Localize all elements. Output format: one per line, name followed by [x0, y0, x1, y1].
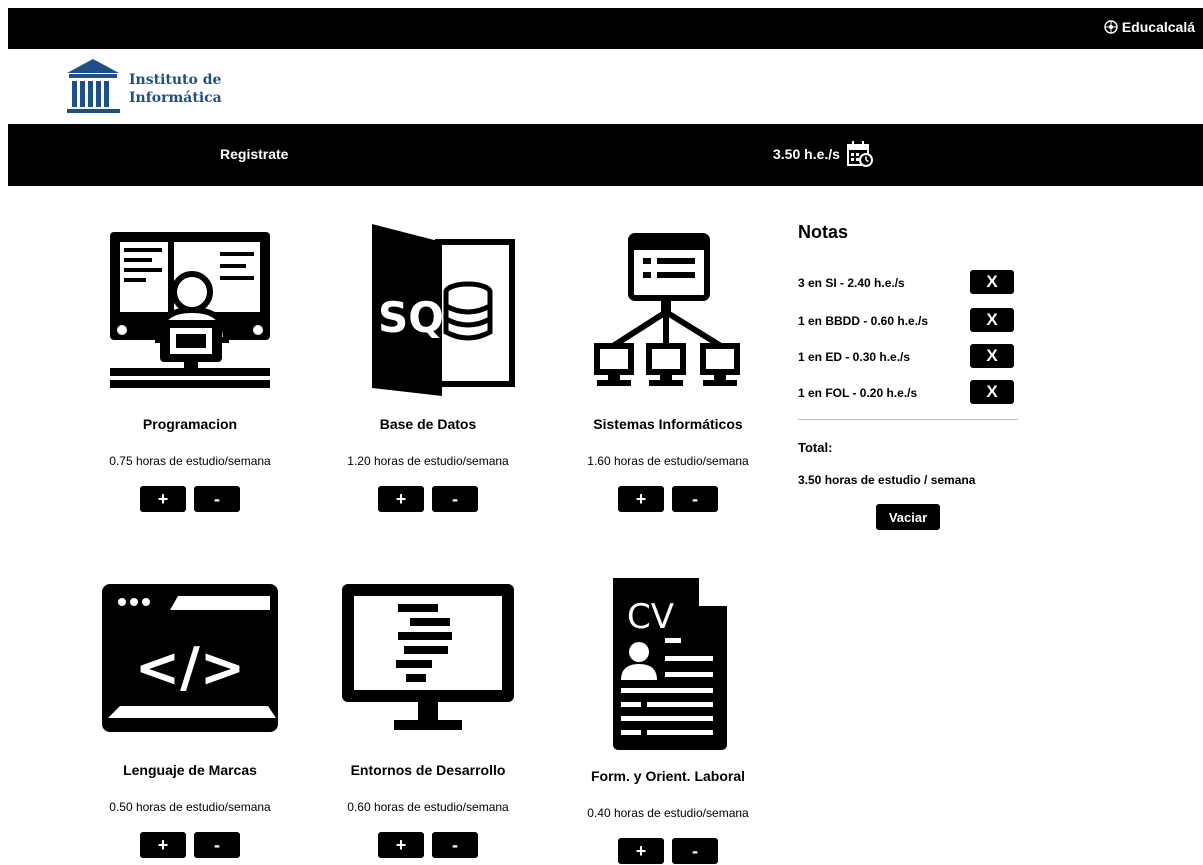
course-card-programacion: Programacion 0.75 horas de estudio/seman… [70, 222, 310, 512]
course-title: Entornos de Desarrollo [350, 762, 506, 778]
notes-divider [798, 419, 1018, 420]
add-hours-button[interactable]: + [378, 486, 424, 512]
total-value: 3.50 horas de estudio / semana [798, 473, 976, 487]
course-hours: 1.60 horas de estudio/semana [587, 454, 749, 468]
add-hours-button[interactable]: + [140, 832, 186, 858]
calendar-clock-icon [846, 141, 873, 167]
course-title: Lenguaje de Marcas [123, 762, 257, 778]
hours-summary[interactable]: 3.50 h.e./s [773, 140, 874, 168]
cv-document-icon: CV [613, 576, 729, 750]
hours-summary-label: 3.50 h.e./s [773, 146, 840, 162]
cv-label: CV [627, 597, 674, 637]
add-hours-button[interactable]: + [618, 486, 664, 512]
course-title: Base de Datos [379, 416, 477, 432]
gear-wheel-icon [1104, 20, 1118, 34]
add-hours-button[interactable]: + [140, 486, 186, 512]
remove-hours-button[interactable]: - [194, 486, 240, 512]
remove-hours-button[interactable]: - [432, 832, 478, 858]
course-hours: 0.60 horas de estudio/semana [347, 800, 509, 814]
network-computers-icon [594, 233, 740, 386]
register-link[interactable]: Registrate [220, 146, 288, 162]
course-title: Sistemas Informáticos [593, 416, 743, 432]
brand-link[interactable]: Educalcalá [1104, 19, 1195, 35]
note-item: 1 en ED - 0.30 h.e./s [798, 350, 911, 364]
institute-name-line2: Informática [129, 90, 222, 106]
course-card-sistemas-informaticos: Sistemas Informáticos 1.60 horas de estu… [548, 222, 788, 512]
nav-bar: Registrate 3.50 h.e./s [8, 124, 1203, 186]
institution-building-icon [67, 59, 120, 113]
course-hours: 0.40 horas de estudio/semana [587, 806, 749, 820]
institute-name-line1: Instituto de [129, 72, 222, 88]
course-card-lenguaje-de-marcas: </> Lenguaje de Marcas 0.50 horas de est… [70, 578, 310, 858]
remove-note-button[interactable]: X [970, 270, 1014, 294]
course-card-base-de-datos: SQL Base de Datos 1.20 horas de estudio/… [308, 222, 548, 512]
course-title: Programacion [142, 416, 238, 432]
institute-name: Instituto de Informática [129, 71, 222, 107]
note-item: 3 en SI - 2.40 h.e./s [798, 276, 905, 290]
remove-note-button[interactable]: X [970, 308, 1014, 332]
note-item: 1 en FOL - 0.20 h.e./s [798, 386, 918, 400]
course-card-entornos-de-desarrollo: Entornos de Desarrollo 0.60 horas de est… [308, 578, 548, 858]
institute-logo[interactable]: Instituto de Informática [66, 57, 222, 115]
remove-hours-button[interactable]: - [194, 832, 240, 858]
course-hours: 0.50 horas de estudio/semana [109, 800, 271, 814]
code-window-icon: </> [102, 584, 278, 732]
note-item: 1 en BBDD - 0.60 h.e./s [798, 314, 929, 328]
brand-label: Educalcalá [1121, 19, 1195, 35]
notes-title: Notas [798, 222, 849, 242]
course-hours: 1.20 horas de estudio/semana [347, 454, 509, 468]
remove-hours-button[interactable]: - [432, 486, 478, 512]
remove-note-button[interactable]: X [970, 380, 1014, 404]
total-label: Total: [798, 440, 833, 455]
remove-hours-button[interactable]: - [672, 486, 718, 512]
code-tag-label: </> [135, 636, 245, 699]
clear-button[interactable]: Vaciar [876, 504, 940, 530]
programmer-computer-icon [110, 232, 270, 388]
notes-panel: Notas 3 en SI - 2.40 h.e./s X 1 en BBDD … [798, 222, 1018, 530]
monitor-code-icon [342, 584, 514, 730]
course-card-fol: CV Form. y Orient. Laboral 0.40 horas de… [548, 574, 788, 864]
top-bar: Educalcalá [8, 8, 1203, 49]
add-hours-button[interactable]: + [618, 838, 664, 864]
course-hours: 0.75 horas de estudio/semana [109, 454, 271, 468]
sql-database-icon: SQL [372, 224, 515, 396]
remove-note-button[interactable]: X [970, 344, 1014, 368]
course-title: Form. y Orient. Laboral [590, 768, 746, 784]
remove-hours-button[interactable]: - [672, 838, 718, 864]
add-hours-button[interactable]: + [378, 832, 424, 858]
